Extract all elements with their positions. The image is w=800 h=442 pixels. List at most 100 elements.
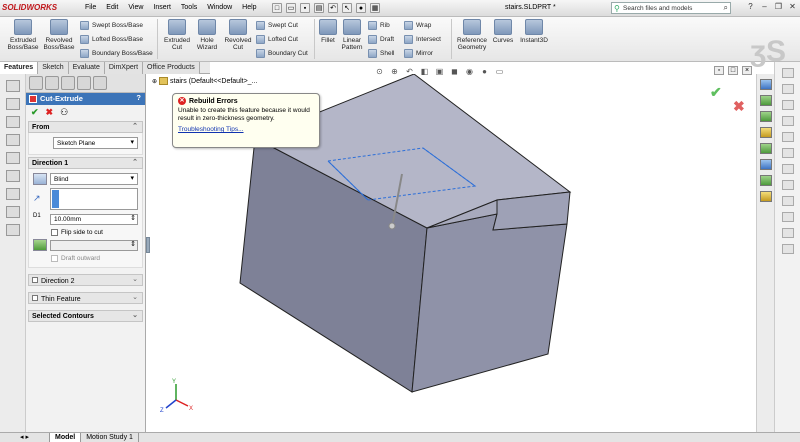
- hole-wizard-button[interactable]: Hole Wizard: [193, 19, 221, 51]
- extruded-boss-button[interactable]: Extruded Boss/Base: [6, 19, 40, 51]
- viewport-close-icon[interactable]: ×: [742, 66, 752, 75]
- expand-tree-icon[interactable]: ⊕: [152, 78, 157, 85]
- tab-scroll-icon[interactable]: ◂ ▸: [0, 433, 50, 442]
- draft-on-off-icon[interactable]: [33, 239, 47, 251]
- display-style-icon[interactable]: ◼: [449, 67, 460, 77]
- search-go-icon[interactable]: ⌕: [724, 3, 728, 13]
- new-icon[interactable]: □: [272, 3, 282, 13]
- menu-tools[interactable]: Tools: [181, 4, 197, 11]
- minimize-icon[interactable]: –: [759, 2, 770, 13]
- undo-icon[interactable]: ↶: [328, 3, 338, 13]
- direction2-checkbox[interactable]: [32, 277, 38, 283]
- save-icon[interactable]: ▪: [300, 3, 310, 13]
- close-icon[interactable]: ✕: [787, 2, 798, 13]
- search-input[interactable]: ⚲ Search files and models ⌕: [611, 2, 731, 14]
- troubleshooting-link[interactable]: Troubleshooting Tips...: [178, 126, 314, 133]
- forum-icon[interactable]: [759, 191, 772, 202]
- smart-dimension-icon[interactable]: [5, 116, 20, 128]
- dimxpert-manager-tab-icon[interactable]: [77, 76, 91, 90]
- tab-dimxpert[interactable]: DimXpert: [104, 62, 144, 74]
- toolbar-tool-icon[interactable]: [781, 244, 794, 254]
- tab-office-products[interactable]: Office Products: [143, 62, 200, 74]
- zoom-area-icon[interactable]: ⊕: [389, 67, 400, 77]
- print-icon[interactable]: ▤: [314, 3, 324, 13]
- thin-feature-group-header[interactable]: Thin Feature ⌄: [28, 292, 143, 304]
- view-orientation-icon[interactable]: [5, 80, 20, 92]
- search-results-icon[interactable]: [759, 127, 772, 138]
- custom-properties-icon[interactable]: [759, 175, 772, 186]
- restore-icon[interactable]: ❐: [773, 2, 784, 13]
- confirm-cancel-icon[interactable]: ✖: [733, 98, 745, 115]
- property-manager-tab-icon[interactable]: [45, 76, 59, 90]
- rectangle-tool-icon[interactable]: [5, 152, 20, 164]
- flip-side-checkbox-box[interactable]: [51, 229, 58, 236]
- draft-button[interactable]: Draft: [368, 35, 394, 44]
- drag-handle-icon[interactable]: [388, 222, 396, 230]
- selected-contours-group-header[interactable]: Selected Contours ⌄: [28, 310, 143, 322]
- end-condition-select[interactable]: Blind: [50, 173, 138, 185]
- revolved-cut-button[interactable]: Revolved Cut: [222, 19, 254, 51]
- depth-input[interactable]: 10.00mm: [50, 213, 138, 225]
- section-view-icon[interactable]: ◧: [419, 67, 430, 77]
- hide-show-icon[interactable]: ◉: [464, 67, 475, 77]
- appearance-icon[interactable]: ●: [479, 67, 490, 77]
- options-icon[interactable]: ▦: [370, 3, 380, 13]
- reverse-direction-icon[interactable]: [33, 173, 47, 185]
- expand-icon[interactable]: ⌄: [132, 293, 138, 301]
- feature-manager-tab-icon[interactable]: [29, 76, 43, 90]
- mirror-button[interactable]: Mirror: [404, 49, 433, 58]
- spline-tool-icon[interactable]: [5, 206, 20, 218]
- fillet-button[interactable]: Fillet: [317, 19, 339, 44]
- menu-window[interactable]: Window: [207, 4, 232, 11]
- rebuild-icon[interactable]: ●: [356, 3, 366, 13]
- toolbar-tool-icon[interactable]: [781, 132, 794, 142]
- cancel-button[interactable]: ✖: [46, 107, 54, 117]
- boundary-boss-button[interactable]: Boundary Boss/Base: [80, 49, 153, 58]
- tab-sketch[interactable]: Sketch: [38, 62, 69, 74]
- viewport-maximize-icon[interactable]: □: [728, 66, 738, 75]
- toolbar-tool-icon[interactable]: [781, 180, 794, 190]
- detailed-preview-icon[interactable]: ⚇: [60, 107, 68, 117]
- linear-pattern-button[interactable]: Linear Pattern: [339, 19, 365, 51]
- toolbar-tool-icon[interactable]: [781, 164, 794, 174]
- viewport-restore-icon[interactable]: ▫: [714, 66, 724, 75]
- from-group-header[interactable]: From ⌃: [28, 121, 143, 133]
- toolbar-tool-icon[interactable]: [781, 100, 794, 110]
- trim-tool-icon[interactable]: [5, 224, 20, 236]
- tab-evaluate[interactable]: Evaluate: [68, 62, 105, 74]
- curves-button[interactable]: Curves: [491, 19, 515, 44]
- tab-motion-study[interactable]: Motion Study 1: [81, 433, 139, 442]
- view-orientation-icon[interactable]: ▣: [434, 67, 445, 77]
- zoom-to-fit-icon[interactable]: ⊙: [374, 67, 385, 77]
- rib-button[interactable]: Rib: [368, 21, 390, 30]
- tab-model[interactable]: Model: [49, 433, 82, 442]
- swept-cut-button[interactable]: Swept Cut: [256, 21, 298, 30]
- select-icon[interactable]: ↖: [342, 3, 352, 13]
- toolbar-tool-icon[interactable]: [781, 196, 794, 206]
- toolbar-tool-icon[interactable]: [781, 84, 794, 94]
- part-right-face[interactable]: [411, 213, 568, 393]
- expand-icon[interactable]: ⌄: [132, 275, 138, 283]
- view-palette-icon[interactable]: [759, 143, 772, 154]
- shell-button[interactable]: Shell: [368, 49, 394, 58]
- toolbar-tool-icon[interactable]: [781, 148, 794, 158]
- help-icon[interactable]: ?: [745, 2, 756, 13]
- ok-button[interactable]: ✔: [31, 107, 39, 117]
- open-icon[interactable]: ▭: [286, 3, 296, 13]
- design-library-icon[interactable]: [759, 95, 772, 106]
- toolbar-tool-icon[interactable]: [781, 116, 794, 126]
- instant3d-button[interactable]: Instant3D: [518, 19, 550, 44]
- tab-features[interactable]: Features: [0, 62, 39, 74]
- menu-view[interactable]: View: [128, 4, 143, 11]
- previous-view-icon[interactable]: ↶: [404, 67, 415, 77]
- swept-boss-button[interactable]: Swept Boss/Base: [80, 21, 143, 30]
- thin-feature-checkbox[interactable]: [32, 295, 38, 301]
- flip-side-checkbox[interactable]: Flip side to cut: [51, 229, 138, 236]
- menu-insert[interactable]: Insert: [153, 4, 171, 11]
- collapse-icon[interactable]: ⌃: [132, 122, 138, 130]
- expand-icon[interactable]: ⌄: [132, 311, 138, 319]
- lofted-boss-button[interactable]: Lofted Boss/Base: [80, 35, 143, 44]
- arc-tool-icon[interactable]: [5, 188, 20, 200]
- revolved-boss-button[interactable]: Revolved Boss/Base: [42, 19, 76, 51]
- display-manager-tab-icon[interactable]: [93, 76, 107, 90]
